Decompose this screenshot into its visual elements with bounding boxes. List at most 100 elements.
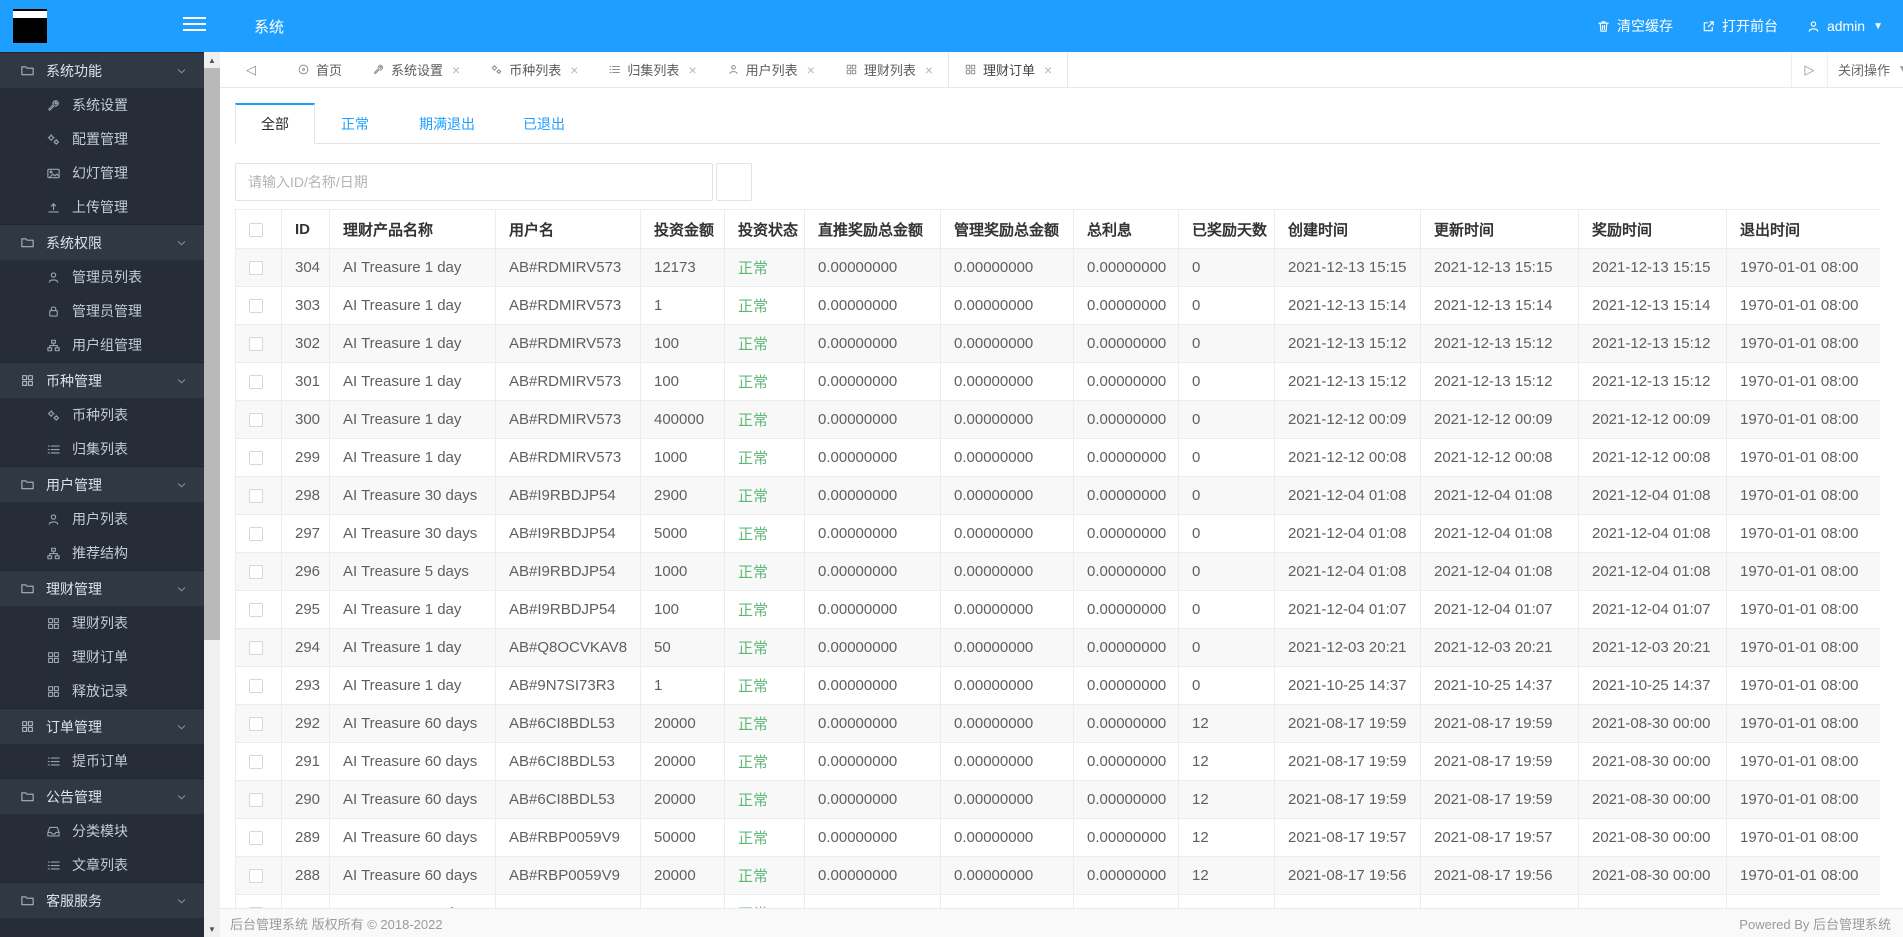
- sidebar-toggle-button[interactable]: [183, 17, 206, 34]
- row-checkbox[interactable]: [249, 375, 263, 390]
- tab-币种列表[interactable]: 币种列表 ×: [475, 52, 593, 87]
- row-checkbox-cell: [235, 818, 282, 857]
- row-checkbox[interactable]: [249, 793, 263, 808]
- sidebar-item-提币订单[interactable]: 提币订单: [0, 744, 204, 778]
- cell-amount: 100: [640, 324, 725, 363]
- sidebar-item-文章列表[interactable]: 文章列表: [0, 848, 204, 882]
- tab-理财订单[interactable]: 理财订单 ×: [948, 52, 1069, 87]
- sidebar-item-用户列表[interactable]: 用户列表: [0, 502, 204, 536]
- sidebar-item-用户管理[interactable]: 用户管理: [0, 466, 204, 502]
- tab-理财列表[interactable]: 理财列表 ×: [830, 52, 948, 87]
- sidebar-item-释放记录[interactable]: 释放记录: [0, 674, 204, 708]
- row-checkbox[interactable]: [249, 337, 263, 352]
- select-all-checkbox[interactable]: [249, 222, 263, 237]
- scrollbar-down-arrow-icon[interactable]: ▼: [204, 921, 220, 937]
- cell-reward_at: 2021-10-25 14:37: [1578, 666, 1727, 705]
- row-checkbox[interactable]: [249, 603, 263, 618]
- row-checkbox[interactable]: [249, 565, 263, 580]
- cell-created_at: 2021-12-04 01:08: [1274, 552, 1421, 591]
- cell-reward_days: 0: [1178, 666, 1275, 705]
- cell-exit_at: 1970-01-01 08:00: [1726, 438, 1880, 477]
- cell-exit_at: 1970-01-01 08:00: [1726, 818, 1880, 857]
- list-icon: [46, 754, 61, 769]
- cell-product: AI Treasure 1 day: [329, 362, 496, 401]
- topbar-actions: 清空缓存 打开前台 admin ▼: [1582, 0, 1897, 52]
- row-checkbox[interactable]: [249, 261, 263, 276]
- sidebar-item-管理员列表[interactable]: 管理员列表: [0, 260, 204, 294]
- cell-exit_at: 1970-01-01 08:00: [1726, 742, 1880, 781]
- close-icon[interactable]: ×: [688, 62, 696, 78]
- tabs-scroll-right-button[interactable]: ▷: [1791, 52, 1827, 87]
- row-checkbox[interactable]: [249, 299, 263, 314]
- tabs-scroll-left-button[interactable]: ◁: [220, 52, 282, 87]
- topbar-action-打开前台[interactable]: 打开前台: [1687, 0, 1792, 52]
- main-area: ◁ 首页 系统设置 × 币种列表 × 归集列表 × 用户列表 × 理财列表 × 理财订单 × ▷ 关闭操…: [220, 52, 1903, 937]
- sidebar-item-客服服务[interactable]: 客服服务: [0, 882, 204, 918]
- close-icon[interactable]: ×: [1044, 62, 1052, 78]
- sidebar-item-系统设置[interactable]: 系统设置: [0, 88, 204, 122]
- sidebar-item-推荐结构[interactable]: 推荐结构: [0, 536, 204, 570]
- cell-updated_at: 2021-10-25 14:37: [1420, 666, 1579, 705]
- sidebar-item-理财订单[interactable]: 理财订单: [0, 640, 204, 674]
- cell-direct_reward: 0.00000000: [804, 324, 941, 363]
- close-icon[interactable]: ×: [925, 62, 933, 78]
- search-button[interactable]: [716, 163, 752, 201]
- cell-direct_reward: 0.00000000: [804, 476, 941, 515]
- sidebar-item-用户组管理[interactable]: 用户组管理: [0, 328, 204, 362]
- scrollbar-up-arrow-icon[interactable]: ▲: [204, 52, 220, 68]
- sidebar-item-分类模块[interactable]: 分类模块: [0, 814, 204, 848]
- cell-status: 正常: [724, 704, 805, 743]
- row-checkbox[interactable]: [249, 869, 263, 884]
- row-checkbox[interactable]: [249, 717, 263, 732]
- filter-tab-已退出[interactable]: 已退出: [499, 103, 589, 144]
- row-checkbox[interactable]: [249, 489, 263, 504]
- filter-tab-正常[interactable]: 正常: [315, 103, 395, 144]
- filter-tab-期满退出[interactable]: 期满退出: [395, 103, 499, 144]
- sidebar-item-币种列表[interactable]: 币种列表: [0, 398, 204, 432]
- grid-icon: [20, 373, 35, 388]
- sidebar-item-幻灯管理[interactable]: 幻灯管理: [0, 156, 204, 190]
- sidebar-item-理财列表[interactable]: 理财列表: [0, 606, 204, 640]
- sidebar-item-系统权限[interactable]: 系统权限: [0, 224, 204, 260]
- search-input[interactable]: [235, 163, 713, 201]
- cell-amount: 100: [640, 590, 725, 629]
- sidebar-item-配置管理[interactable]: 配置管理: [0, 122, 204, 156]
- close-operations-dropdown[interactable]: 关闭操作 ▼: [1827, 52, 1903, 87]
- close-icon[interactable]: ×: [807, 62, 815, 78]
- table-row: 296 AI Treasure 5 days AB#I9RBDJP54 1000 正常 0…: [235, 552, 1880, 591]
- tab-归集列表[interactable]: 归集列表 ×: [593, 52, 711, 87]
- row-checkbox[interactable]: [249, 679, 263, 694]
- tab-系统设置[interactable]: 系统设置 ×: [357, 52, 475, 87]
- topbar-action-admin[interactable]: admin ▼: [1792, 0, 1897, 52]
- close-icon[interactable]: ×: [570, 62, 578, 78]
- row-checkbox[interactable]: [249, 451, 263, 466]
- sidebar-item-理财管理[interactable]: 理财管理: [0, 570, 204, 606]
- row-checkbox[interactable]: [249, 831, 263, 846]
- sidebar-item-币种管理[interactable]: 币种管理: [0, 362, 204, 398]
- close-icon[interactable]: ×: [452, 62, 460, 78]
- sidebar-scrollbar[interactable]: ▲ ▼: [204, 52, 220, 937]
- sidebar-item-上传管理[interactable]: 上传管理: [0, 190, 204, 224]
- tab-用户列表[interactable]: 用户列表 ×: [712, 52, 830, 87]
- sidebar-item-订单管理[interactable]: 订单管理: [0, 708, 204, 744]
- filter-tab-全部[interactable]: 全部: [235, 103, 315, 144]
- scrollbar-thumb[interactable]: [204, 68, 220, 640]
- cell-total_interest: 0.00000000: [1073, 780, 1179, 819]
- grid-icon: [20, 719, 35, 734]
- sidebar-item-公告管理[interactable]: 公告管理: [0, 778, 204, 814]
- row-checkbox[interactable]: [249, 755, 263, 770]
- topbar-action-清空缓存[interactable]: 清空缓存: [1582, 0, 1687, 52]
- cell-direct_reward: 0.00000000: [804, 666, 941, 705]
- cell-reward_at: 2021-08-30 00:00: [1578, 704, 1727, 743]
- sidebar-item-系统功能[interactable]: 系统功能: [0, 52, 204, 88]
- row-checkbox[interactable]: [249, 527, 263, 542]
- topbar-action-label: 清空缓存: [1616, 18, 1673, 34]
- cogs-icon: [490, 63, 503, 76]
- row-checkbox[interactable]: [249, 641, 263, 656]
- cell-exit_at: 1970-01-01 08:00: [1726, 590, 1880, 629]
- row-checkbox[interactable]: [249, 413, 263, 428]
- sidebar-item-归集列表[interactable]: 归集列表: [0, 432, 204, 466]
- tab-首页[interactable]: 首页: [282, 52, 357, 87]
- orders-table: ID 理财产品名称 用户名 投资金额 投资状态 直推奖励总金额 管理奖励总金额 总利息 已奖励天…: [235, 209, 1880, 908]
- sidebar-item-管理员管理[interactable]: 管理员管理: [0, 294, 204, 328]
